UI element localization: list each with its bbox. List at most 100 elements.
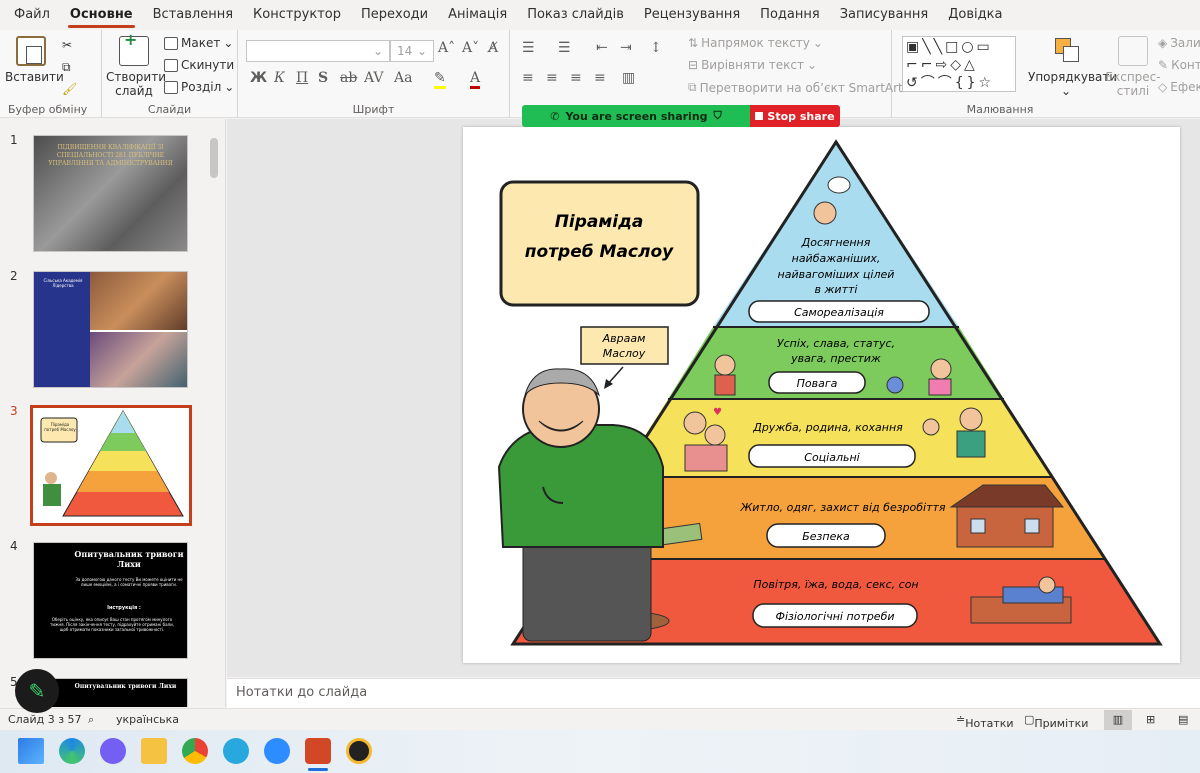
social-label: Соціальні [804, 451, 859, 464]
shape-outline-button[interactable]: ✎ Конт [1158, 58, 1200, 72]
increase-indent-icon[interactable]: ⇥ [620, 40, 632, 56]
pyramid-slide: Досягнення найбажаніших, найвагоміших ці… [497, 139, 1163, 646]
screen-sharing-indicator: ✆ You are screen sharing ⛉ [522, 105, 750, 127]
section-button[interactable]: Розділ ⌄ [164, 80, 234, 94]
change-case-button[interactable]: Aa [394, 70, 412, 86]
media-player-icon[interactable] [346, 738, 372, 764]
annotation-pen-button[interactable]: ✎ [15, 669, 59, 713]
menu-tab-7[interactable]: Рецензування [634, 0, 750, 30]
file-explorer-icon[interactable] [141, 738, 167, 764]
esteem-desc-2: увага, престиж [790, 352, 881, 365]
status-bar: Слайд 3 з 57 ⌕ українська ≐ Нотатки ▢ Прим… [0, 708, 1200, 730]
format-painter-icon[interactable]: 🖌 [62, 82, 77, 96]
cut-icon[interactable]: ✂ [62, 38, 72, 52]
menu-tab-3[interactable]: Конструктор [243, 0, 351, 30]
maslow-figure [497, 368, 664, 642]
menu-tab-8[interactable]: Подання [750, 0, 830, 30]
underline-button[interactable]: П [296, 70, 308, 86]
paste-button[interactable]: Вставити [5, 36, 64, 84]
menu-tab-5[interactable]: Анімація [438, 0, 517, 30]
thumbnail-text: Інструкція : [107, 605, 141, 611]
reset-button[interactable]: Скинути [164, 58, 234, 72]
line-spacing-icon[interactable]: ↕ [650, 40, 662, 56]
highlight-icon[interactable]: ✎ [434, 70, 446, 89]
self-actualization-desc-1: Досягнення [801, 236, 871, 249]
menu-tab-4[interactable]: Переходи [351, 0, 438, 30]
slides-group-label: Слайди [147, 103, 192, 116]
font-name-combo[interactable]: ⌄ [246, 40, 390, 62]
columns-icon[interactable]: ▥ [622, 70, 635, 86]
stop-share-button[interactable]: Stop share [750, 105, 840, 127]
notes-toggle-button[interactable]: ≐ Нотатки [956, 713, 1014, 730]
slide-thumbnail-3-selected[interactable]: Піраміда потреб Маслоу [30, 405, 192, 526]
social-desc: Дружба, родина, кохання [752, 421, 903, 434]
align-text-button[interactable]: ⊟ Вирівняти текст ⌄ [688, 58, 817, 72]
slide-thumbnail-2[interactable]: Сільська Академія Лідерства [33, 271, 188, 388]
slide-counter: Слайд 3 з 57 [8, 713, 82, 726]
slide-thumbnail-4[interactable]: Опитувальник тривоги Лихи За допомогою д… [33, 542, 188, 659]
normal-view-icon[interactable]: ▥ [1104, 710, 1132, 730]
font-color-icon[interactable]: A [470, 70, 481, 89]
slide-sorter-icon[interactable]: ⊞ [1146, 713, 1155, 726]
menu-tab-9[interactable]: Записування [830, 0, 939, 30]
notes-placeholder: Нотатки до слайда [236, 685, 368, 700]
new-slide-button[interactable]: + Створити слайд [106, 32, 166, 99]
numbering-icon[interactable]: ☰ [558, 40, 571, 56]
spacing-button[interactable]: AV [364, 70, 384, 86]
family-hug-icon [683, 411, 707, 435]
align-center-icon[interactable]: ≡ [546, 70, 558, 86]
grow-font-icon[interactable]: A˄ [438, 40, 455, 56]
telegram-icon[interactable] [223, 738, 249, 764]
menu-tab-1[interactable]: Основне [60, 0, 143, 30]
reading-view-icon[interactable]: ▤ [1178, 713, 1188, 726]
shape-effects-button[interactable]: ◇ Ефек [1158, 80, 1200, 94]
self-actualization-desc-2: найбажаніших, [792, 252, 881, 265]
zoom-icon[interactable] [264, 738, 290, 764]
language-status[interactable]: українська [116, 713, 179, 726]
strikethrough-button[interactable]: ab [340, 70, 357, 86]
screen-share-bar: ✆ You are screen sharing ⛉ Stop share [522, 105, 840, 127]
edge-browser-icon[interactable] [59, 738, 85, 764]
bullets-icon[interactable]: ☰ [522, 40, 535, 56]
scrollbar-thumb[interactable] [210, 138, 218, 178]
smartart-button[interactable]: ⧉Перетворити на об’єкт SmartArt⌄ [688, 80, 916, 95]
menu-tab-10[interactable]: Довідка [938, 0, 1012, 30]
copy-icon[interactable]: ⧉ [62, 60, 71, 75]
font-size-combo[interactable]: 14 ⌄ [390, 40, 434, 62]
align-right-icon[interactable]: ≡ [570, 70, 582, 86]
comments-toggle-button[interactable]: ▢ Примітки [1024, 713, 1088, 730]
thumbnail-scrollbar[interactable] [208, 120, 220, 706]
shape-fill-button[interactable]: ◈Залив [1158, 36, 1200, 50]
slide-thumbnail-1[interactable]: ПІДВИЩЕННЯ КВАЛІФІКАЦІЇ ЗІ СПЕЦІАЛЬНОСТІ… [33, 135, 188, 252]
shapes-gallery[interactable]: ▣╲╲□○▭ ⌐⌐⇨◇△ ↺⌒⌒{}☆ [902, 36, 1016, 92]
viber-icon[interactable] [100, 738, 126, 764]
layout-button[interactable]: Макет ⌄ [164, 36, 233, 50]
justify-icon[interactable]: ≡ [594, 70, 606, 86]
parent-with-baby-icon [959, 407, 983, 431]
physiological-label: Фізіологічні потреби [775, 610, 894, 623]
chrome-icon[interactable] [182, 738, 208, 764]
slide-canvas[interactable]: Досягнення найбажаніших, найвагоміших ці… [463, 127, 1180, 663]
bold-button[interactable]: Ж [250, 70, 267, 86]
windows-start-icon[interactable] [18, 738, 44, 764]
esteem-label: Повага [797, 377, 838, 390]
powerpoint-icon[interactable] [305, 738, 331, 764]
quick-styles-button[interactable]: Експрес- стилі [1104, 36, 1162, 98]
smartart-icon: ⧉ [688, 80, 697, 94]
child-right-icon [930, 358, 952, 380]
menu-tab-6[interactable]: Показ слайдів [517, 0, 634, 30]
notes-pane[interactable]: Нотатки до слайда [227, 678, 1200, 708]
arrange-button[interactable]: Упорядкувати ⌄ [1028, 36, 1117, 98]
drawing-group-label: Малювання [966, 103, 1034, 116]
italic-button[interactable]: К [274, 70, 285, 86]
shield-icon: ⛉ [713, 109, 722, 122]
menu-tab-0[interactable]: Файл [4, 0, 60, 30]
clear-format-icon[interactable]: A̸ [488, 40, 498, 56]
accessibility-icon[interactable]: ⌕ [88, 713, 94, 727]
shadow-button[interactable]: S [318, 70, 328, 86]
align-left-icon[interactable]: ≡ [522, 70, 534, 86]
shrink-font-icon[interactable]: A˅ [462, 40, 479, 56]
text-direction-button[interactable]: ⇅ Напрямок тексту ⌄ [688, 36, 823, 50]
decrease-indent-icon[interactable]: ⇤ [596, 40, 608, 56]
menu-tab-2[interactable]: Вставлення [143, 0, 243, 30]
